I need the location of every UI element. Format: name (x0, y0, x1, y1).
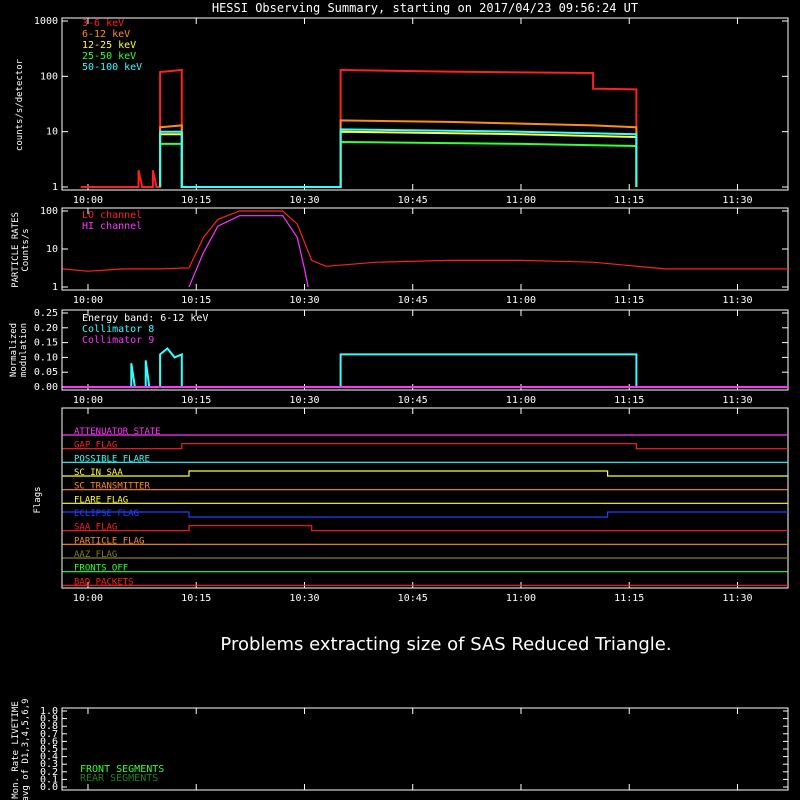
sas-problem-message: Problems extracting size of SAS Reduced … (220, 634, 671, 655)
time-tick-label: 10:30 (289, 395, 319, 406)
flag-line (62, 525, 788, 532)
y-tick-label: 0.00 (34, 382, 58, 393)
time-tick-label: 10:45 (398, 195, 428, 206)
y-tick-label: 10 (46, 127, 58, 138)
series-line (130, 347, 638, 388)
livetime-ylabel-2: avg of D1,3,4,5,6,9 (21, 699, 31, 800)
time-tick-label: 10:45 (398, 593, 428, 604)
y-tick-label: 1 (52, 182, 58, 193)
time-tick-label: 10:45 (398, 295, 428, 306)
time-tick-label: 11:15 (614, 295, 644, 306)
legend-entry: Collimator 9 (82, 335, 154, 346)
time-tick-label: 11:15 (614, 395, 644, 406)
countrate-ylabel: counts/s/detector (15, 58, 25, 151)
flag-label: SC TRANSMITTER (74, 482, 150, 492)
legend-entry: 25-50 keV (82, 51, 136, 62)
flag-label: FLARE FLAG (74, 495, 128, 505)
legend-entry: LO channel (82, 210, 142, 221)
flag-label: PARTICLE FLAG (74, 536, 144, 546)
time-tick-label: 11:00 (506, 395, 536, 406)
y-tick-label: 1 (52, 282, 58, 293)
energy-band-annotation: Energy band: 6-12 keV (82, 313, 208, 324)
series-line (159, 128, 638, 188)
flag-label: SAA FLAG (74, 523, 117, 533)
hessi-summary-chart: HESSI Observing Summary, starting on 201… (9, 1, 789, 800)
y-tick-label: 1.0 (40, 706, 58, 717)
flags-ylabel: Flags (33, 486, 43, 513)
chart-title: HESSI Observing Summary, starting on 201… (212, 1, 638, 15)
time-tick-label: 10:00 (73, 295, 103, 306)
y-tick-label: 1000 (34, 16, 58, 27)
flag-label: ECLIPSE FLAG (74, 509, 139, 519)
time-tick-label: 10:00 (73, 395, 103, 406)
time-tick-label: 11:30 (722, 395, 752, 406)
y-tick-label: 100 (40, 206, 58, 217)
flag-line (62, 511, 788, 518)
y-tick-label: 0.20 (34, 323, 58, 334)
time-tick-label: 10:30 (289, 295, 319, 306)
time-tick-label: 10:15 (181, 395, 211, 406)
time-tick-label: 10:15 (181, 295, 211, 306)
time-tick-label: 10:15 (181, 195, 211, 206)
particle-panel-frame (61, 207, 789, 291)
legend-entry: 50-100 keV (82, 62, 142, 73)
modulation-ylabel-1: Normalized (9, 323, 19, 377)
flag-label: FRONTS OFF (74, 564, 128, 574)
time-tick-label: 11:00 (506, 195, 536, 206)
series-line (159, 140, 638, 188)
y-tick-label: 0.05 (34, 367, 58, 378)
time-tick-label: 10:15 (181, 593, 211, 604)
legend-entry: HI channel (82, 221, 142, 232)
time-tick-label: 11:15 (614, 593, 644, 604)
flag-label: BAD PACKETS (74, 577, 134, 587)
legend-entry: Collimator 8 (82, 324, 154, 335)
series-line (159, 130, 638, 188)
time-tick-label: 10:00 (73, 195, 103, 206)
countrate-panel-frame (61, 17, 789, 191)
y-tick-label: 0.15 (34, 338, 58, 349)
y-tick-label: 0.25 (34, 308, 58, 319)
series-line (62, 210, 788, 272)
livetime-ylabel-1: Mon. Rate LIVETIME (11, 701, 21, 799)
time-tick-label: 11:30 (722, 593, 752, 604)
series-line (188, 215, 309, 288)
y-tick-label: 100 (40, 71, 58, 82)
time-tick-label: 10:30 (289, 593, 319, 604)
legend-entry: 12-25 keV (82, 40, 136, 51)
legend-entry: 6-12 keV (82, 29, 130, 40)
modulation-ylabel-2: modulation (19, 323, 29, 377)
time-tick-label: 10:30 (289, 195, 319, 206)
flag-line (62, 470, 788, 477)
time-tick-label: 11:00 (506, 593, 536, 604)
time-tick-label: 11:30 (722, 295, 752, 306)
flag-label: ATTENUATOR STATE (74, 427, 161, 437)
particle-ylabel-2: Counts/s (21, 228, 31, 271)
time-tick-label: 10:45 (398, 395, 428, 406)
flag-label: SC IN SAA (74, 468, 123, 478)
legend-entry: REAR SEGMENTS (80, 773, 158, 784)
flag-label: AAZ FLAG (74, 550, 117, 560)
time-tick-label: 10:00 (73, 593, 103, 604)
chart-marks: 10:00 10:00 10:00 10:00 10:15 10:15 10:15 10:15… (34, 16, 788, 793)
livetime-panel-frame (61, 707, 789, 791)
flag-label: GAP FLAG (74, 441, 117, 451)
legend-entry: 3-6 keV (82, 18, 124, 29)
time-tick-label: 11:00 (506, 295, 536, 306)
series-line (80, 68, 638, 188)
y-tick-label: 10 (46, 244, 58, 255)
particle-ylabel-1: PARTICLE RATES (11, 212, 21, 288)
time-tick-label: 11:30 (722, 195, 752, 206)
flag-line (62, 443, 788, 450)
time-tick-label: 11:15 (614, 195, 644, 206)
y-tick-label: 0.10 (34, 352, 58, 363)
flag-label: POSSIBLE FLARE (74, 454, 150, 464)
